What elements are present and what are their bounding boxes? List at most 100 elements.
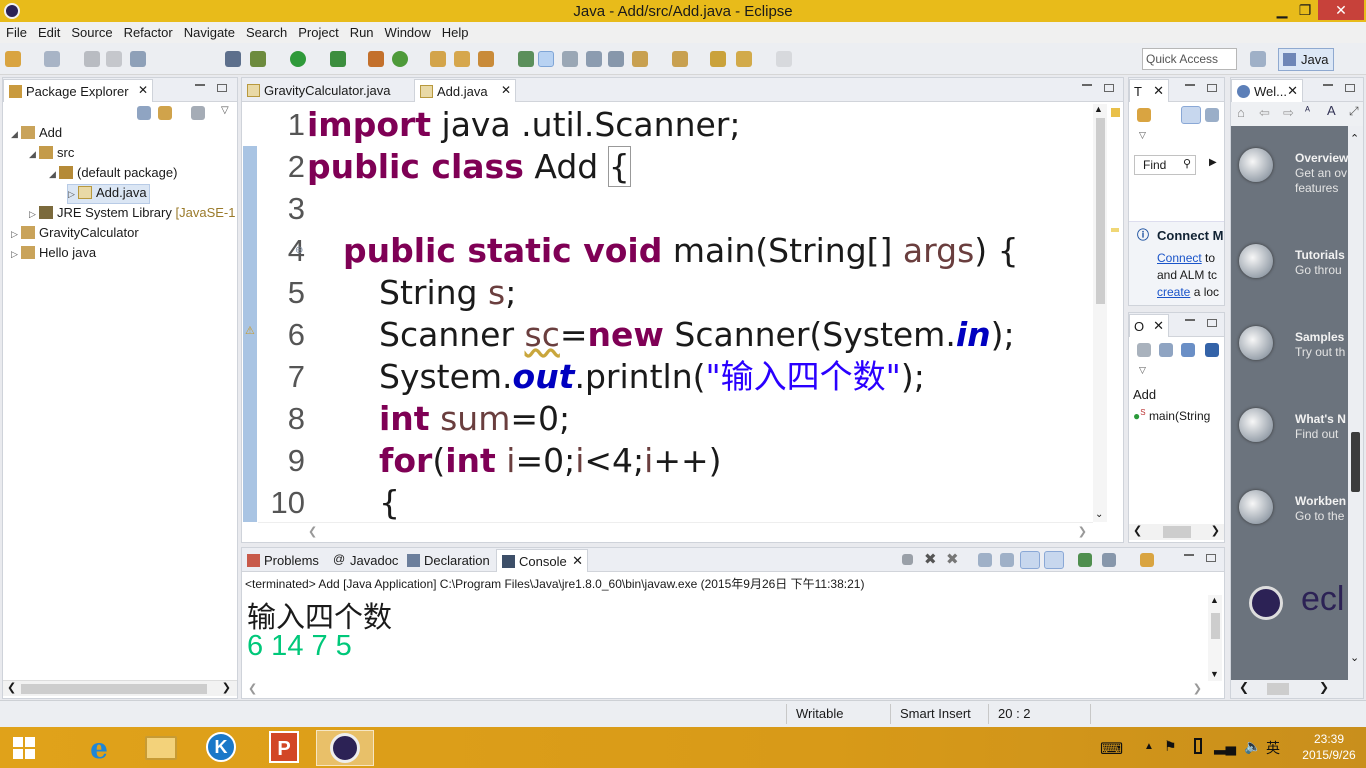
powerpoint-button[interactable]: P (258, 730, 310, 766)
create-link[interactable]: create (1157, 285, 1190, 299)
new-project-icon[interactable] (44, 51, 60, 67)
tree-item-src[interactable]: ◢ src (29, 145, 74, 165)
minimize-view-icon[interactable] (1323, 84, 1333, 87)
scrollbar-thumb[interactable] (1351, 432, 1360, 492)
remove-launch-icon[interactable]: ✖ (924, 550, 937, 568)
scrollbar-thumb[interactable] (1163, 526, 1191, 538)
outline-method-item[interactable]: ●S main(String (1133, 408, 1225, 423)
link-with-editor-icon[interactable] (158, 106, 172, 120)
tree-item-add-project[interactable]: ◢ Add (11, 125, 62, 145)
minimize-view-icon[interactable] (1185, 84, 1195, 87)
tree-item-default-package[interactable]: ◢ (default package) (49, 165, 177, 185)
tree-item-jre-library[interactable]: ▷ JRE System Library [JavaSE-1 (29, 205, 235, 225)
console-output[interactable]: 输入四个数 6 14 7 5 (247, 600, 392, 664)
tree-item-add-java[interactable]: ▷ Add.java (67, 184, 150, 204)
last-edit-icon[interactable] (710, 51, 726, 67)
back-icon[interactable]: ⇦ (1259, 105, 1270, 121)
welcome-vertical-scrollbar[interactable]: ⌃ ⌄ (1348, 126, 1363, 680)
connect-link[interactable]: Connect (1157, 251, 1202, 265)
tree-item-gravitycalculator[interactable]: ▷ GravityCalculator (11, 225, 139, 245)
skip-breakpoints-icon[interactable] (225, 51, 241, 67)
scroll-left-icon[interactable]: ❮ (248, 682, 257, 695)
scroll-right-icon[interactable]: ❯ (1319, 680, 1329, 694)
save-icon[interactable] (84, 51, 100, 67)
run-last-tool-icon[interactable] (330, 51, 346, 67)
remove-all-launches-icon[interactable]: ✖ (946, 550, 959, 568)
battery-icon[interactable] (1194, 738, 1202, 754)
show-on-stderr-icon[interactable] (1044, 551, 1064, 569)
open-console-icon[interactable] (1140, 553, 1154, 567)
scroll-left-icon[interactable]: ❮ (7, 681, 16, 694)
editor-horizontal-scrollbar[interactable]: ❮ ❯ (258, 522, 1093, 540)
quick-access-input[interactable]: Quick Access (1142, 48, 1237, 70)
forward-icon[interactable]: ⇨ (1283, 105, 1294, 121)
menu-project[interactable]: Project (292, 22, 343, 40)
annotation-icon[interactable] (518, 51, 534, 67)
sort-icon[interactable] (1181, 343, 1195, 357)
print-icon[interactable] (130, 51, 146, 67)
menu-navigate[interactable]: Navigate (178, 22, 240, 40)
home-icon[interactable]: ⌂ (1237, 105, 1245, 120)
view-menu-chevron-icon[interactable]: ▽ (1139, 130, 1146, 141)
menu-edit[interactable]: Edit (32, 22, 65, 40)
collapse-all-icon[interactable] (137, 106, 151, 120)
maximize-button[interactable]: ❐ (1294, 0, 1316, 20)
search-icon[interactable] (478, 51, 494, 67)
increase-font-icon[interactable]: A (1327, 103, 1336, 118)
scrollbar-thumb[interactable] (21, 684, 207, 694)
terminate-icon[interactable] (902, 554, 913, 565)
new-java-package-icon[interactable] (368, 51, 384, 67)
scroll-right-icon[interactable]: ❯ (222, 681, 231, 694)
clear-console-icon[interactable] (978, 553, 992, 567)
forward-icon[interactable] (776, 51, 792, 67)
scroll-up-icon[interactable]: ▲ (1210, 595, 1219, 605)
categorize-icon[interactable] (1181, 106, 1201, 124)
debug-icon[interactable] (250, 51, 266, 67)
close-view-icon[interactable]: ✕ (138, 83, 148, 97)
view-menu-filter-icon[interactable] (191, 106, 205, 120)
horizontal-scrollbar[interactable]: ❮ ❯ (1129, 524, 1224, 540)
maximize-view-icon[interactable] (1206, 554, 1216, 562)
collapsed-twist-icon[interactable]: ▷ (11, 249, 21, 260)
close-button[interactable]: ✕ (1318, 0, 1364, 20)
minimize-view-icon[interactable] (1185, 319, 1195, 322)
menu-help[interactable]: Help (436, 22, 474, 40)
view-menu-chevron-icon[interactable]: ▽ (1139, 365, 1146, 376)
next-annotation-icon[interactable] (632, 51, 648, 67)
scrollbar-thumb[interactable] (1096, 118, 1105, 304)
fold-toggle-icon[interactable]: ⊖ (295, 230, 303, 272)
show-whitespace-icon[interactable] (586, 51, 602, 67)
new-icon[interactable] (5, 51, 21, 67)
previous-annotation-icon[interactable] (672, 51, 688, 67)
maximize-view-icon[interactable] (1345, 84, 1355, 92)
scroll-up-icon[interactable]: ▲ (1094, 104, 1103, 114)
console-horizontal-scrollbar[interactable]: ❮ ❯ (242, 682, 1208, 697)
scroll-down-icon[interactable]: ⌄ (1350, 651, 1359, 664)
show-hidden-icons-icon[interactable]: ▲ (1144, 741, 1154, 752)
view-menu-chevron-icon[interactable]: ▽ (221, 105, 229, 116)
menu-source[interactable]: Source (65, 22, 117, 40)
outline-class-item[interactable]: Add (1133, 387, 1156, 402)
find-task-input[interactable]: Find ⚲ (1134, 155, 1196, 175)
scroll-left-icon[interactable]: ❮ (1133, 524, 1142, 537)
maximize-editor-icon[interactable] (1104, 84, 1114, 92)
menu-search[interactable]: Search (240, 22, 292, 40)
collapsed-twist-icon[interactable]: ▷ (11, 229, 21, 240)
tab-welcome[interactable]: Wel... ✕ (1231, 79, 1303, 102)
scrollbar-thumb[interactable] (1211, 613, 1220, 639)
open-task-icon[interactable] (454, 51, 470, 67)
tab-problems[interactable]: Problems (242, 549, 326, 572)
back-icon[interactable] (736, 51, 752, 67)
open-type-icon[interactable] (430, 51, 446, 67)
eclipse-taskbar-button[interactable] (316, 730, 374, 766)
system-clock[interactable]: 23:39 2015/9/26 (1296, 731, 1362, 763)
close-view-icon[interactable]: ✕ (1287, 83, 1298, 99)
expanded-twist-icon[interactable]: ◢ (11, 129, 21, 140)
minimize-button[interactable]: ▁ (1272, 0, 1292, 20)
scroll-lock-icon[interactable] (1000, 553, 1014, 567)
run-icon[interactable] (290, 51, 306, 67)
scroll-right-icon[interactable]: ❯ (1193, 682, 1202, 695)
keyboard-icon[interactable]: ⌨ (1100, 739, 1123, 759)
close-view-icon[interactable]: ✕ (1153, 83, 1164, 99)
scroll-up-icon[interactable]: ⌃ (1350, 132, 1359, 145)
